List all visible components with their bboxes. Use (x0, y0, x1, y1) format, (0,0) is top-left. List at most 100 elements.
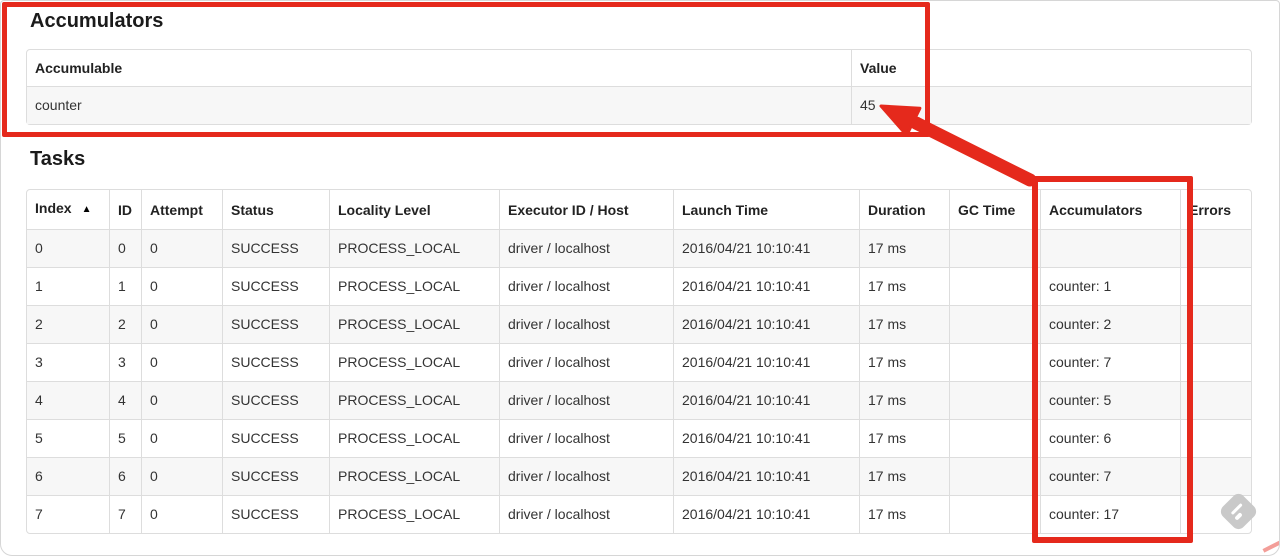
accumulators-summary-table: Accumulable Value counter 45 (26, 49, 1252, 125)
column-header-launch-time[interactable]: Launch Time (673, 190, 859, 229)
table-cell: 0 (141, 419, 222, 457)
table-cell: 0 (141, 457, 222, 495)
accumulators-header-row: Accumulable Value (27, 50, 1251, 86)
table-cell: 3 (109, 343, 141, 381)
column-header-accumulators[interactable]: Accumulators (1040, 190, 1180, 229)
table-cell: 17 ms (859, 343, 949, 381)
table-cell: 0 (141, 267, 222, 305)
table-cell (1180, 305, 1251, 343)
table-row: 6 6 0 SUCCESS PROCESS_LOCAL driver / localhos… (27, 457, 1251, 495)
column-header-executor-id-host[interactable]: Executor ID / Host (499, 190, 673, 229)
table-cell: 2 (27, 305, 109, 343)
table-cell: 0 (27, 229, 109, 267)
table-cell (949, 457, 1040, 495)
table-cell: 2016/04/21 10:10:41 (673, 419, 859, 457)
table-cell: 17 ms (859, 381, 949, 419)
column-header-attempt[interactable]: Attempt (141, 190, 222, 229)
column-header-accumulable[interactable]: Accumulable (27, 50, 851, 86)
table-cell: 2 (109, 305, 141, 343)
tasks-header-row: Index ▲ ID Attempt Status Locality Level Execu… (27, 190, 1251, 229)
table-cell (1040, 229, 1180, 267)
table-cell: 6 (109, 457, 141, 495)
table-cell (949, 343, 1040, 381)
column-header-status[interactable]: Status (222, 190, 329, 229)
table-cell (949, 495, 1040, 533)
table-cell: driver / localhost (499, 457, 673, 495)
table-cell: SUCCESS (222, 305, 329, 343)
table-row: 3 3 0 SUCCESS PROCESS_LOCAL driver / localhos… (27, 343, 1251, 381)
table-cell: 5 (27, 419, 109, 457)
column-header-id[interactable]: ID (109, 190, 141, 229)
table-cell: 7 (109, 495, 141, 533)
table-cell: PROCESS_LOCAL (329, 229, 499, 267)
accumulators-section-heading: Accumulators (30, 10, 164, 32)
table-cell: driver / localhost (499, 381, 673, 419)
table-cell: SUCCESS (222, 267, 329, 305)
table-cell: 0 (141, 305, 222, 343)
table-cell: 0 (141, 495, 222, 533)
table-cell: 2016/04/21 10:10:41 (673, 229, 859, 267)
table-row: 4 4 0 SUCCESS PROCESS_LOCAL driver / localhos… (27, 381, 1251, 419)
table-cell: SUCCESS (222, 419, 329, 457)
column-header-locality-level[interactable]: Locality Level (329, 190, 499, 229)
table-row: 2 2 0 SUCCESS PROCESS_LOCAL driver / localhos… (27, 305, 1251, 343)
table-cell: 5 (109, 419, 141, 457)
table-row: 1 1 0 SUCCESS PROCESS_LOCAL driver / localhos… (27, 267, 1251, 305)
table-cell (949, 267, 1040, 305)
table-cell (1180, 419, 1251, 457)
table-cell: counter (27, 86, 851, 124)
table-row: counter 45 (27, 86, 1251, 124)
spark-stage-page: Accumulators Accumulable Value counter 45 … (0, 0, 1280, 556)
table-cell: 7 (27, 495, 109, 533)
table-cell: 1 (27, 267, 109, 305)
table-cell: SUCCESS (222, 457, 329, 495)
table-cell: PROCESS_LOCAL (329, 419, 499, 457)
table-cell: 6 (27, 457, 109, 495)
table-cell: 4 (27, 381, 109, 419)
table-cell: SUCCESS (222, 495, 329, 533)
table-cell: driver / localhost (499, 495, 673, 533)
table-cell: driver / localhost (499, 229, 673, 267)
table-cell: 0 (141, 381, 222, 419)
table-cell: 2016/04/21 10:10:41 (673, 495, 859, 533)
table-cell: 0 (109, 229, 141, 267)
tasks-table: Index ▲ ID Attempt Status Locality Level Execu… (26, 189, 1252, 534)
table-cell (1180, 229, 1251, 267)
table-cell: 0 (141, 229, 222, 267)
annotation-corner-mark (1262, 537, 1280, 553)
column-header-value[interactable]: Value (851, 50, 1251, 86)
table-cell: counter: 5 (1040, 381, 1180, 419)
table-row: 7 7 0 SUCCESS PROCESS_LOCAL driver / localhos… (27, 495, 1251, 533)
table-cell: driver / localhost (499, 267, 673, 305)
table-cell: 0 (141, 343, 222, 381)
column-header-gc-time[interactable]: GC Time (949, 190, 1040, 229)
table-cell (1180, 457, 1251, 495)
table-cell: 17 ms (859, 419, 949, 457)
table-cell: counter: 7 (1040, 343, 1180, 381)
table-cell: SUCCESS (222, 381, 329, 419)
table-cell: SUCCESS (222, 343, 329, 381)
table-cell: PROCESS_LOCAL (329, 381, 499, 419)
table-cell: 45 (851, 86, 1251, 124)
column-header-duration[interactable]: Duration (859, 190, 949, 229)
table-cell: 2016/04/21 10:10:41 (673, 381, 859, 419)
table-cell: PROCESS_LOCAL (329, 305, 499, 343)
table-cell: 17 ms (859, 495, 949, 533)
table-cell: driver / localhost (499, 419, 673, 457)
table-cell: PROCESS_LOCAL (329, 267, 499, 305)
table-cell: 1 (109, 267, 141, 305)
sort-ascending-icon: ▲ (81, 204, 92, 215)
table-cell: 4 (109, 381, 141, 419)
table-cell: 2016/04/21 10:10:41 (673, 343, 859, 381)
table-cell (949, 381, 1040, 419)
table-cell: counter: 6 (1040, 419, 1180, 457)
table-cell (1180, 381, 1251, 419)
column-header-errors[interactable]: Errors (1180, 190, 1251, 229)
tasks-section-heading: Tasks (30, 148, 86, 170)
table-cell: 17 ms (859, 457, 949, 495)
table-cell (949, 419, 1040, 457)
table-cell: counter: 7 (1040, 457, 1180, 495)
table-cell: PROCESS_LOCAL (329, 343, 499, 381)
column-header-index[interactable]: Index ▲ (27, 190, 109, 229)
table-cell: 17 ms (859, 305, 949, 343)
